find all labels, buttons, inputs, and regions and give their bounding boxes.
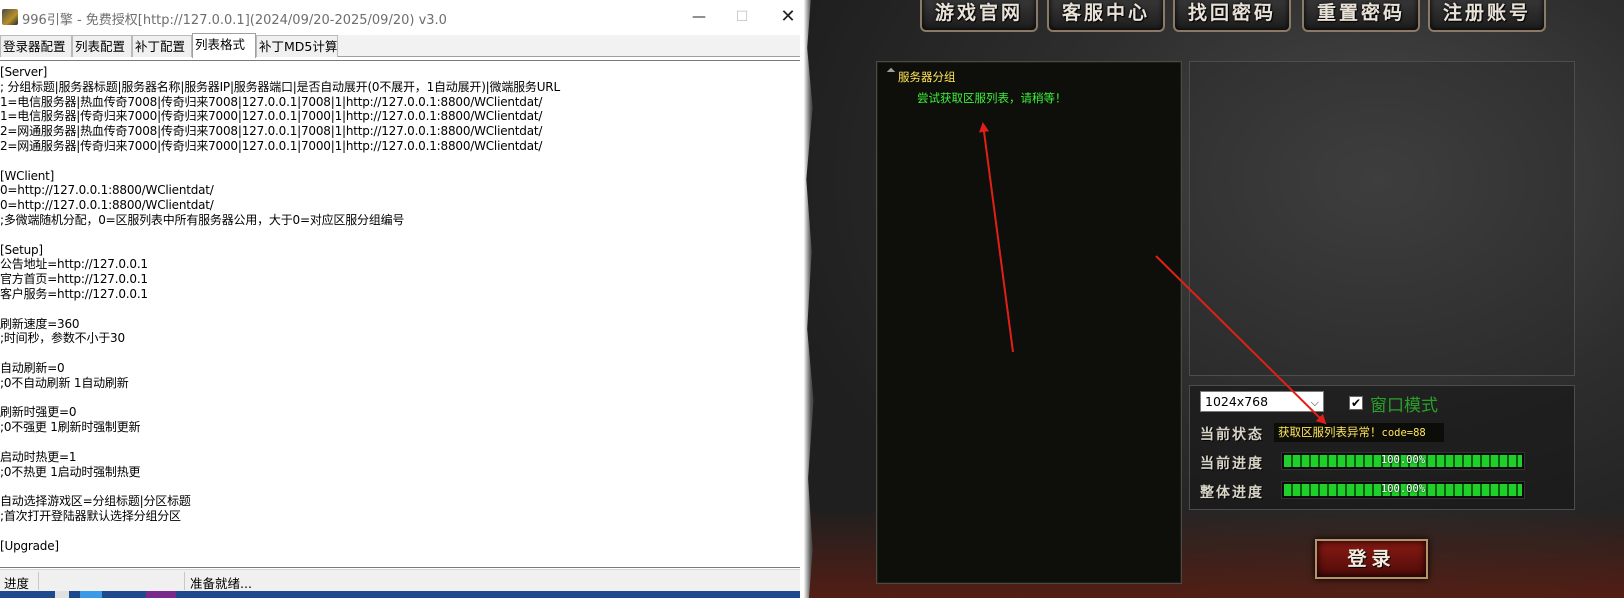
config-text-editor[interactable]: [Server]; 分组标题|服务器标题|服务器名称|服务器IP|服务器端口|是… [0,60,806,568]
editor-line: [Server] [0,65,48,79]
login-label: 登录 [1347,548,1396,570]
editor-line: 1=电信服务器|传奇归来7000|传奇归来7000|127.0.0.1|7000… [0,109,543,124]
taskbar-strip [0,591,810,598]
editor-line: 自动刷新=0 [0,361,65,375]
editor-line: [Upgrade] [0,538,59,553]
editor-line: ;0不热更 1启动时强制热更 [0,464,141,479]
window-mode-label[interactable]: 窗口模式 [1370,391,1438,416]
status-divider [184,572,185,590]
status-bar: 进度 准备就绪... [0,569,810,591]
editor-line: 2=网通服务器|热血传奇7008|传奇归来7008|127.0.0.1|7008… [0,124,543,139]
editor-line: 刷新时强更=0 [0,405,77,420]
nav-game-website-button[interactable]: 游戏官网 [920,0,1038,32]
window-title: 996引擎 - 免费授权[http://127.0.0.1](2024/09/2… [22,13,447,28]
nav-recover-password-button[interactable]: 找回密码 [1173,0,1291,32]
status-value: 获取区服列表异常！code=88 [1274,423,1444,442]
overall-progress-text: 100.00% [1380,483,1426,495]
tab-bar: 登录器配置 列表配置 补丁配置 列表格式 补丁MD5计算 [0,33,810,58]
taskbar-app-icon[interactable] [146,591,176,598]
nav-label: 重置密码 [1316,2,1405,24]
editor-line: 官方首页=http://127.0.0.1 [0,272,148,287]
nav-label: 找回密码 [1187,2,1276,24]
status-label: 当前状态 [1200,427,1264,443]
taskbar-app-icon[interactable] [55,591,69,598]
tab-list-config[interactable]: 列表配置 [72,35,132,57]
editor-line: 客户服务=http://127.0.0.1 [0,287,148,301]
editor-line: ;0不自动刷新 1自动刷新 [0,375,129,390]
app-icon [2,9,18,25]
close-button[interactable]: ✕ [774,4,802,30]
editor-line: 公告地址=http://127.0.0.1 [0,257,148,272]
overall-progress-label: 整体进度 [1200,485,1264,501]
progress-label: 进度 [4,576,30,591]
editor-line: ;多微端随机分配，0=区服列表中所有服务器公用，大于0=对应区服分组编号 [0,213,405,227]
nav-register-button[interactable]: 注册账号 [1428,0,1546,32]
editor-line: 0=http://127.0.0.1:8800/WClientdat/ [0,198,214,213]
status-message: 准备就绪... [190,576,252,591]
tab-list-format[interactable]: 列表格式 [192,33,256,58]
editor-line: [Setup] [0,242,43,257]
title-bar: 996引擎 - 免费授权[http://127.0.0.1](2024/09/2… [0,0,810,34]
tab-patch-config[interactable]: 补丁配置 [132,35,192,57]
server-list-panel[interactable] [876,61,1182,584]
status-divider [38,572,39,590]
current-progress-label: 当前进度 [1200,456,1264,472]
taskbar-app-icon[interactable] [80,591,102,598]
editor-line: 自动选择游戏区=分组标题|分区标题 [0,494,191,509]
current-progress-bar: 100.00% [1281,452,1525,470]
editor-line: ;时间秒，参数不小于30 [0,331,125,346]
tab-launcher-config[interactable]: 登录器配置 [0,35,72,57]
resolution-select[interactable]: 1024x768 ⌵ [1200,391,1324,412]
maximize-button[interactable]: ☐ [728,4,756,30]
editor-line: ; 分组标题|服务器标题|服务器名称|服务器IP|服务器端口|是否自动展开(0不… [0,79,560,94]
nav-label: 游戏官网 [934,2,1023,24]
status-code: code=88 [1381,427,1426,439]
editor-line: ;首次打开登陆器默认选择分组分区 [0,509,181,523]
loading-message: 尝试获取区服列表，请稍等！ [917,91,1067,105]
editor-line: 启动时热更=1 [0,449,77,464]
config-editor-window: 996引擎 - 免费授权[http://127.0.0.1](2024/09/2… [0,0,810,598]
editor-line: ;0不强更 1刷新时强制更新 [0,420,141,435]
minimize-button[interactable]: — [685,4,713,30]
notice-panel [1189,61,1575,376]
tab-patch-md5[interactable]: 补丁MD5计算 [256,35,338,57]
editor-line: 刷新速度=360 [0,316,80,331]
chevron-down-icon: ⌵ [1310,396,1319,409]
current-progress-text: 100.00% [1380,454,1426,466]
nav-customer-service-button[interactable]: 客服中心 [1047,0,1165,32]
nav-label: 客服中心 [1061,2,1150,24]
editor-line: 1=电信服务器|热血传奇7008|传奇归来7008|127.0.0.1|7008… [0,94,543,109]
editor-line: 2=网通服务器|传奇归来7000|传奇归来7000|127.0.0.1|7000… [0,139,543,153]
window-mode-checkbox[interactable]: ✔ [1349,396,1363,410]
login-button[interactable]: 登录 [1315,539,1428,579]
resolution-value: 1024x768 [1205,394,1269,409]
server-group-label[interactable]: 服务器分组 [898,69,956,85]
editor-line: [WClient] [0,168,55,183]
nav-label: 注册账号 [1442,2,1531,24]
overall-progress-bar: 100.00% [1281,481,1525,499]
nav-reset-password-button[interactable]: 重置密码 [1302,0,1420,32]
editor-line: 0=http://127.0.0.1:8800/WClientdat/ [0,183,214,198]
status-text: 获取区服列表异常！ [1278,425,1382,439]
